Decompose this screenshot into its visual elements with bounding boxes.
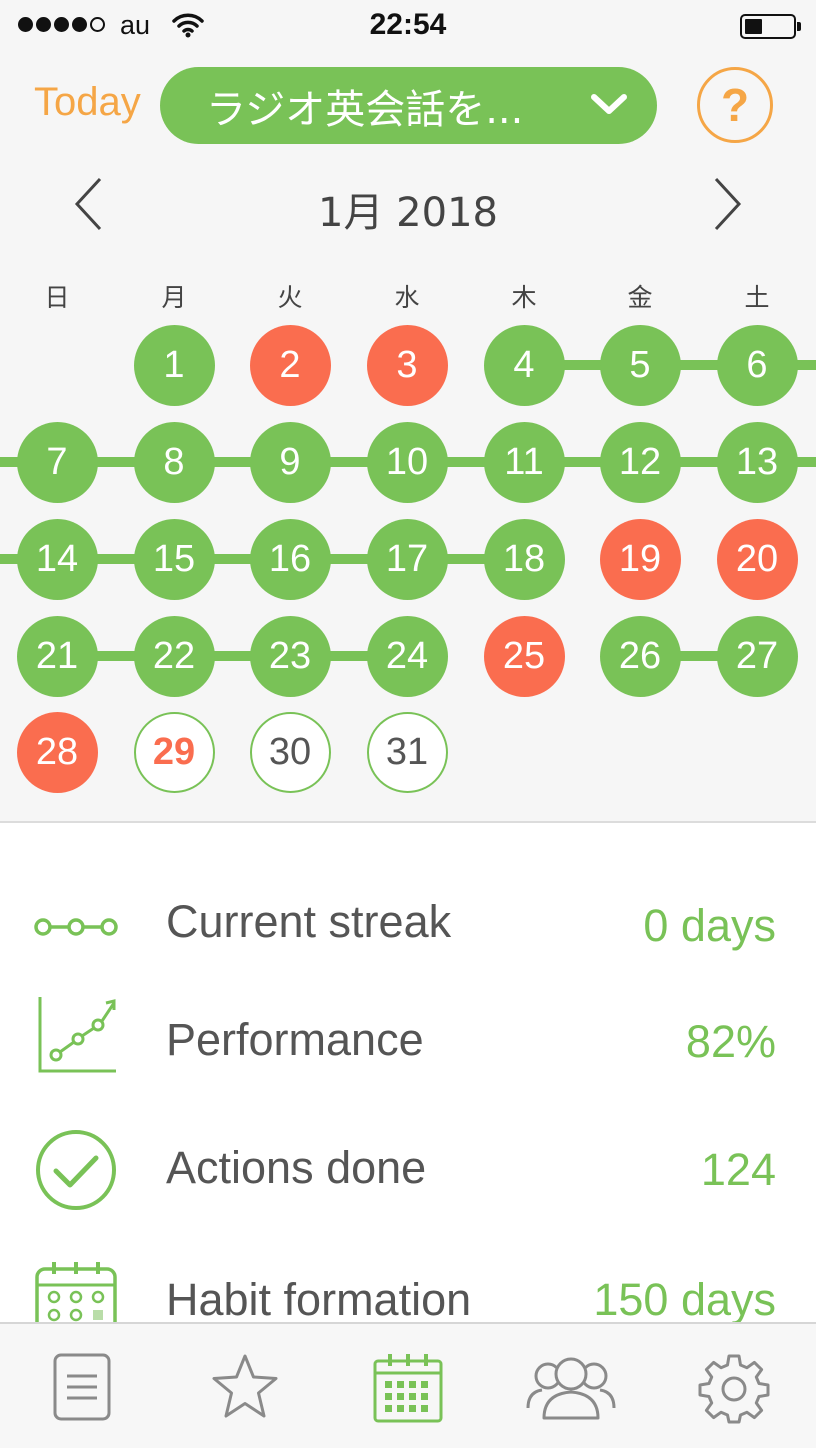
calendar-day-8[interactable]: 8 — [133, 421, 215, 503]
chevron-down-icon — [591, 94, 627, 114]
calendar-day-24[interactable]: 24 — [366, 615, 448, 697]
habit-title: ラジオ英会話を... — [206, 86, 524, 133]
actions-done-label: Actions done — [166, 1142, 427, 1193]
habit-formation-value: 150 days — [593, 1274, 776, 1325]
calendar-icon[interactable] — [372, 1352, 444, 1424]
gear-icon[interactable] — [698, 1352, 770, 1424]
calendar-day-31[interactable]: 31 — [366, 711, 448, 793]
streak-icon — [34, 918, 118, 936]
performance-label: Performance — [166, 1014, 424, 1065]
calendar-day-4[interactable]: 4 — [483, 324, 565, 406]
calendar-day-6[interactable]: 6 — [716, 324, 798, 406]
calendar-day-3[interactable]: 3 — [366, 324, 448, 406]
calendar-day-28[interactable]: 28 — [16, 711, 98, 793]
calendar-day-15[interactable]: 15 — [133, 518, 215, 600]
clock: 22:54 — [369, 8, 447, 41]
weekday-fri: 金 — [627, 283, 653, 312]
performance-chart-icon — [38, 997, 116, 1073]
calendar-day-21[interactable]: 21 — [16, 615, 98, 697]
next-month-button[interactable] — [710, 176, 744, 232]
weekday-wed: 水 — [394, 283, 420, 312]
calendar-day-11[interactable]: 11 — [483, 421, 565, 503]
list-icon[interactable] — [52, 1352, 112, 1422]
calendar-day-18[interactable]: 18 — [483, 518, 565, 600]
calendar-day-20[interactable]: 20 — [716, 518, 798, 600]
calendar-day-13[interactable]: 13 — [716, 421, 798, 503]
calendar-day-2[interactable]: 2 — [249, 324, 331, 406]
weekday-sun: 日 — [44, 283, 70, 312]
calendar-day-19[interactable]: 19 — [599, 518, 681, 600]
calendar-grid-icon — [35, 1262, 117, 1322]
calendar-day-22[interactable]: 22 — [133, 615, 215, 697]
battery-icon — [740, 14, 801, 39]
calendar-day-7[interactable]: 7 — [16, 421, 98, 503]
calendar-day-30[interactable]: 30 — [249, 711, 331, 793]
weekday-thu: 木 — [511, 283, 537, 312]
performance-value: 82% — [685, 1016, 776, 1067]
calendar-day-1[interactable]: 1 — [133, 324, 215, 406]
calendar-day-23[interactable]: 23 — [249, 615, 331, 697]
calendar-day-5[interactable]: 5 — [599, 324, 681, 406]
status-bar: au 22:54 — [0, 0, 816, 52]
habit-selector[interactable]: ラジオ英会話を... — [160, 67, 657, 144]
calendar-day-26[interactable]: 26 — [599, 615, 681, 697]
tab-bar — [0, 1322, 816, 1448]
calendar-day-16[interactable]: 16 — [249, 518, 331, 600]
month-title: 1月 2018 — [318, 190, 498, 236]
actions-done-value: 124 — [700, 1144, 776, 1195]
checkmark-circle-icon — [36, 1130, 116, 1210]
star-icon[interactable] — [210, 1352, 280, 1422]
calendar-day-12[interactable]: 12 — [599, 421, 681, 503]
current-streak-label: Current streak — [166, 896, 452, 947]
calendar-day-27[interactable]: 27 — [716, 615, 798, 697]
weekday-sat: 土 — [744, 283, 770, 312]
weekday-tue: 火 — [277, 283, 303, 312]
today-button[interactable]: Today — [34, 80, 141, 125]
calendar-day-14[interactable]: 14 — [16, 518, 98, 600]
calendar-day-17[interactable]: 17 — [366, 518, 448, 600]
calendar-panel: au 22:54 Today ラジオ英会話を... ? 1月 2018 日 月 火 水… — [0, 0, 816, 823]
calendar-day-10[interactable]: 10 — [366, 421, 448, 503]
current-streak-value: 0 days — [643, 900, 776, 951]
weekday-mon: 月 — [161, 283, 187, 312]
habit-formation-label: Habit formation — [166, 1274, 472, 1325]
calendar-day-29[interactable]: 29 — [133, 711, 215, 793]
community-icon[interactable] — [524, 1352, 618, 1422]
calendar-day-25[interactable]: 25 — [483, 615, 565, 697]
calendar-day-9[interactable]: 9 — [249, 421, 331, 503]
help-button[interactable]: ? — [697, 67, 773, 143]
